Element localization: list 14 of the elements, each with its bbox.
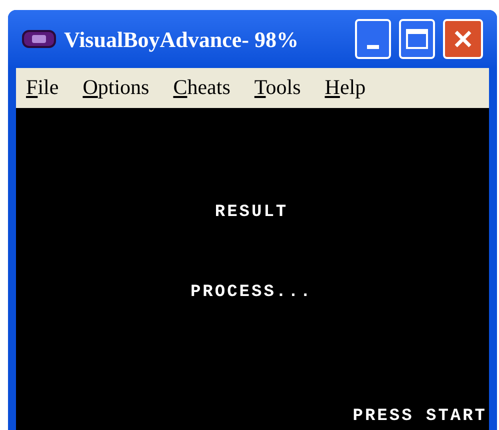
game-text: PROCESS... [190, 282, 313, 304]
menu-item[interactable]: Help [324, 72, 366, 104]
game-text: PRESS START [352, 406, 487, 428]
close-button[interactable] [443, 19, 483, 59]
menu-item[interactable]: Options [82, 72, 150, 104]
gamepad-icon [22, 29, 56, 49]
menu-item[interactable]: Tools [254, 72, 301, 104]
menu-item[interactable]: File [26, 72, 59, 104]
window-title: VisualBoyAdvance- 98% [64, 26, 300, 54]
maximize-button[interactable] [399, 19, 435, 59]
close-icon [453, 29, 473, 49]
game-text: RESULT [214, 202, 288, 224]
minimize-button[interactable] [355, 19, 391, 59]
menu-item[interactable]: Cheats [173, 72, 230, 104]
